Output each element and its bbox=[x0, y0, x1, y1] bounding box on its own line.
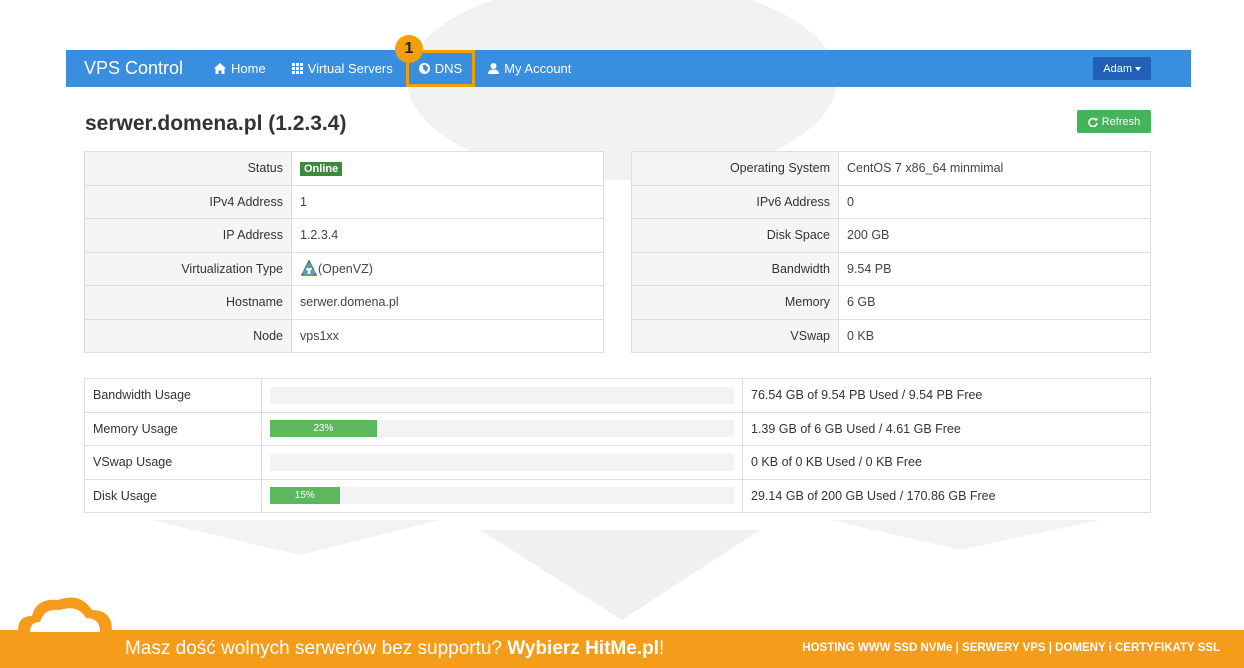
table-row: Status Online bbox=[84, 151, 604, 186]
nav-home[interactable]: Home bbox=[201, 50, 279, 87]
ipv4-value: 1 bbox=[291, 184, 604, 219]
os-label: Operating System bbox=[631, 151, 839, 186]
virtualization-label: Virtualization Type bbox=[84, 251, 292, 286]
usage-detail: 29.14 GB of 200 GB Used / 170.86 GB Free bbox=[742, 478, 1151, 513]
nav-my-account[interactable]: My Account bbox=[475, 50, 584, 87]
nav-dns-label: DNS bbox=[434, 61, 463, 76]
home-icon bbox=[214, 63, 227, 74]
nav-home-label: Home bbox=[231, 61, 266, 76]
slogan-brand: Wybierz HitMe.pl bbox=[507, 638, 659, 659]
server-info-table: Status Online IPv4 Address 1 IP Address … bbox=[84, 151, 604, 353]
memory-value: 6 GB bbox=[838, 285, 1151, 320]
nav-virtual-servers-label: Virtual Servers bbox=[307, 61, 393, 76]
progress-bar: 15% bbox=[270, 487, 734, 505]
usage-row: Disk Usage 15% 29.14 GB of 200 GB Used /… bbox=[84, 478, 1151, 513]
user-menu-button[interactable]: Adam bbox=[1093, 57, 1151, 80]
usage-row: Bandwidth Usage 76.54 GB of 9.54 PB Used… bbox=[84, 378, 1151, 413]
bandwidth-label: Bandwidth bbox=[631, 251, 839, 286]
status-label: Status bbox=[84, 151, 292, 186]
slogan-text: Masz dość wolnych serwerów bez supportu? bbox=[125, 638, 508, 659]
grid-icon bbox=[291, 63, 303, 74]
table-row: Operating System CentOS 7 x86_64 minmima… bbox=[631, 151, 1151, 186]
footer-links[interactable]: HOSTING WWW SSD NVMe | SERWERY VPS | DOM… bbox=[802, 642, 1220, 654]
globe-icon bbox=[418, 63, 430, 74]
step-badge: 1 bbox=[395, 35, 423, 63]
table-row: Hostname serwer.domena.pl bbox=[84, 285, 604, 320]
ip-label: IP Address bbox=[84, 218, 292, 253]
table-row: VSwap 0 KB bbox=[631, 318, 1151, 353]
caret-down-icon bbox=[1135, 66, 1141, 71]
table-row: Disk Space 200 GB bbox=[631, 218, 1151, 253]
ip-value: 1.2.3.4 bbox=[291, 218, 604, 253]
progress-bar bbox=[270, 453, 734, 471]
cloud-logo-icon bbox=[18, 597, 112, 640]
refresh-button[interactable]: Refresh bbox=[1077, 110, 1151, 133]
table-row: Bandwidth 9.54 PB bbox=[631, 251, 1151, 286]
footer-slogan[interactable]: Masz dość wolnych serwerów bez supportu?… bbox=[125, 638, 664, 660]
usage-label: Memory Usage bbox=[84, 411, 262, 446]
openvz-logo-icon bbox=[300, 260, 318, 276]
table-row: IPv4 Address 1 bbox=[84, 184, 604, 219]
refresh-label: Refresh bbox=[1101, 115, 1141, 128]
usage-label: VSwap Usage bbox=[84, 445, 262, 480]
ipv6-value: 0 bbox=[838, 184, 1151, 219]
progress-bar bbox=[270, 386, 734, 404]
usage-row: VSwap Usage 0 KB of 0 KB Used / 0 KB Fre… bbox=[84, 445, 1151, 480]
hostname-label: Hostname bbox=[84, 285, 292, 320]
status-badge: Online bbox=[300, 162, 343, 177]
usage-table: Bandwidth Usage 76.54 GB of 9.54 PB Used… bbox=[84, 378, 1151, 513]
refresh-icon bbox=[1088, 117, 1098, 127]
server-specs-table: Operating System CentOS 7 x86_64 minmima… bbox=[631, 151, 1151, 353]
user-icon bbox=[488, 63, 500, 74]
user-name: Adam bbox=[1103, 62, 1132, 75]
virtualization-value: (OpenVZ) bbox=[318, 261, 373, 276]
ipv6-label: IPv6 Address bbox=[631, 184, 839, 219]
nav-virtual-servers[interactable]: Virtual Servers bbox=[279, 50, 406, 87]
table-row: Node vps1xx bbox=[84, 318, 604, 353]
vswap-label: VSwap bbox=[631, 318, 839, 353]
slogan-end: ! bbox=[658, 638, 665, 659]
usage-detail: 0 KB of 0 KB Used / 0 KB Free bbox=[742, 445, 1151, 480]
usage-label: Disk Usage bbox=[84, 478, 262, 513]
disk-space-label: Disk Space bbox=[631, 218, 839, 253]
brand-logo[interactable]: VPS Control bbox=[84, 58, 183, 79]
table-row: IPv6 Address 0 bbox=[631, 184, 1151, 219]
node-label: Node bbox=[84, 318, 292, 353]
disk-space-value: 200 GB bbox=[838, 218, 1151, 253]
usage-detail: 76.54 GB of 9.54 PB Used / 9.54 PB Free bbox=[742, 378, 1151, 413]
usage-detail: 1.39 GB of 6 GB Used / 4.61 GB Free bbox=[742, 411, 1151, 446]
table-row: IP Address 1.2.3.4 bbox=[84, 218, 604, 253]
ipv4-label: IPv4 Address bbox=[84, 184, 292, 219]
navbar: VPS Control Home Virtual Servers DNS My … bbox=[66, 50, 1191, 87]
progress-fill: 23% bbox=[270, 420, 377, 438]
os-value: CentOS 7 x86_64 minmimal bbox=[838, 151, 1151, 186]
bandwidth-value: 9.54 PB bbox=[838, 251, 1151, 286]
progress-bar: 23% bbox=[270, 420, 734, 438]
vswap-value: 0 KB bbox=[838, 318, 1151, 353]
usage-label: Bandwidth Usage bbox=[84, 378, 262, 413]
progress-fill: 15% bbox=[270, 487, 340, 505]
memory-label: Memory bbox=[631, 285, 839, 320]
table-row: Virtualization Type (OpenVZ) bbox=[84, 251, 604, 286]
usage-row: Memory Usage 23% 1.39 GB of 6 GB Used / … bbox=[84, 411, 1151, 446]
page-title: serwer.domena.pl (1.2.3.4) bbox=[85, 112, 347, 135]
table-row: Memory 6 GB bbox=[631, 285, 1151, 320]
node-value: vps1xx bbox=[291, 318, 604, 353]
nav-my-account-label: My Account bbox=[504, 61, 572, 76]
hostname-value: serwer.domena.pl bbox=[291, 285, 604, 320]
footer-banner: Masz dość wolnych serwerów bez supportu?… bbox=[0, 630, 1244, 668]
